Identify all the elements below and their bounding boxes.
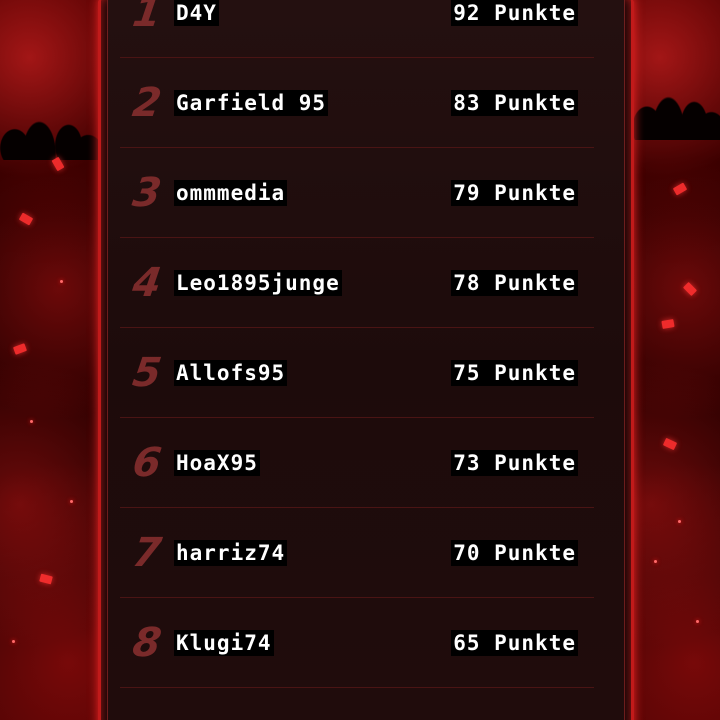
crowd-silhouette xyxy=(0,40,98,160)
leaderboard-row: 4 Leo1895junge 78 Punkte xyxy=(120,238,594,328)
player-name: ommmedia xyxy=(174,180,288,206)
leaderboard-row: 5 Allofs95 75 Punkte xyxy=(120,328,594,418)
player-name: Allofs95 xyxy=(174,360,288,386)
leaderboard-list: 1 D4Y 92 Punkte 2 Garfield 95 83 Punkte … xyxy=(120,0,594,688)
player-score: 73 Punkte xyxy=(451,450,578,476)
sparkle xyxy=(678,520,681,523)
confetti xyxy=(12,343,28,355)
rank-number: 6 xyxy=(129,440,163,486)
player-name: harriz74 xyxy=(174,540,288,566)
player-score: 83 Punkte xyxy=(451,90,578,116)
confetti xyxy=(661,319,675,329)
leaderboard-row: 2 Garfield 95 83 Punkte xyxy=(120,58,594,148)
right-crowd-background xyxy=(634,0,720,720)
player-name: Leo1895junge xyxy=(174,270,342,296)
rank-number: 5 xyxy=(129,350,163,396)
player-score: 79 Punkte xyxy=(451,180,578,206)
leaderboard-row: 6 HoaX95 73 Punkte xyxy=(120,418,594,508)
confetti xyxy=(39,573,53,585)
confetti xyxy=(662,437,678,451)
leaderboard-row: 7 harriz74 70 Punkte xyxy=(120,508,594,598)
rank-number: 7 xyxy=(129,530,163,576)
player-name: D4Y xyxy=(174,0,219,26)
rank-number: 3 xyxy=(129,170,163,216)
sparkle xyxy=(30,420,33,423)
player-score: 65 Punkte xyxy=(451,630,578,656)
rank-number: 4 xyxy=(129,260,163,306)
rank-number: 1 xyxy=(129,0,163,36)
player-score: 92 Punkte xyxy=(451,0,578,26)
leaderboard-row: 1 D4Y 92 Punkte xyxy=(120,0,594,58)
sparkle xyxy=(12,640,15,643)
sparkle xyxy=(70,500,73,503)
left-crowd-background xyxy=(0,0,98,720)
leaderboard-row: 3 ommmedia 79 Punkte xyxy=(120,148,594,238)
rank-number: 8 xyxy=(129,620,163,666)
sparkle xyxy=(696,620,699,623)
player-name: Garfield 95 xyxy=(174,90,329,116)
confetti xyxy=(18,212,34,226)
rank-number: 2 xyxy=(129,80,163,126)
sparkle xyxy=(60,280,63,283)
player-score: 70 Punkte xyxy=(451,540,578,566)
player-score: 75 Punkte xyxy=(451,360,578,386)
confetti xyxy=(682,281,698,297)
crowd-silhouette xyxy=(634,20,720,140)
player-name: Klugi74 xyxy=(174,630,274,656)
leaderboard-row: 8 Klugi74 65 Punkte xyxy=(120,598,594,688)
sparkle xyxy=(654,560,657,563)
confetti xyxy=(672,182,688,196)
player-score: 78 Punkte xyxy=(451,270,578,296)
player-name: HoaX95 xyxy=(174,450,260,476)
